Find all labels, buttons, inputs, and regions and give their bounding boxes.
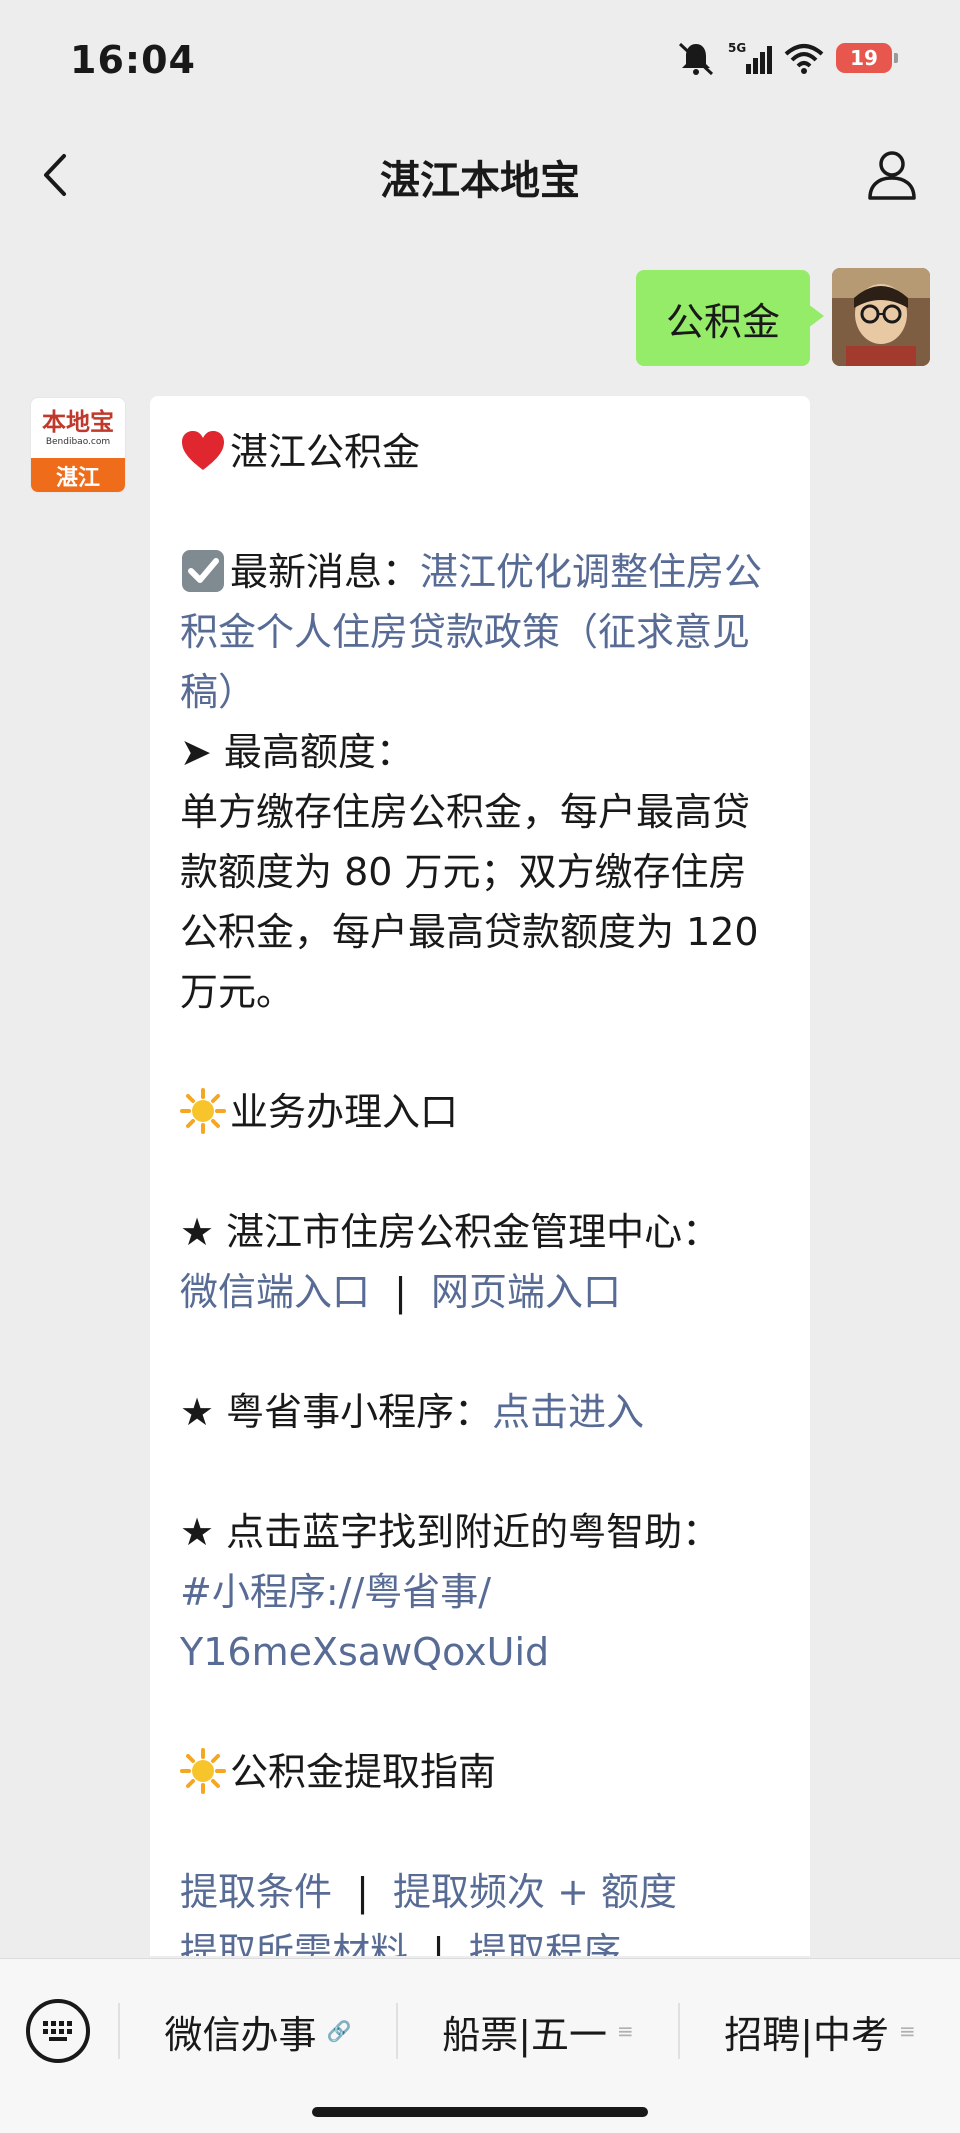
menu-item-ferry-mayday[interactable]: 船票|五一 ≡ — [398, 1991, 678, 2071]
menu-item-jobs-exam[interactable]: 招聘|中考 ≡ — [680, 1991, 960, 2071]
card-title-row: 湛江公积金 — [180, 422, 780, 482]
sun-emoji — [180, 1088, 226, 1134]
heart-emoji — [182, 431, 224, 470]
menu-item-label: 招聘|中考 — [724, 2012, 890, 2057]
link-separator: | — [394, 1270, 407, 1314]
menu-item-wechat-service[interactable]: 微信办事 🔗 — [120, 1991, 396, 2071]
outgoing-message[interactable]: 公积金 — [635, 270, 825, 366]
status-bar: 16:04 5G 19 — [0, 0, 960, 120]
wifi-icon — [784, 44, 824, 74]
guide-links-row2: 提取所需材料 | 提取程序 — [180, 1922, 780, 1956]
menu-item-label: 微信办事 — [164, 2012, 317, 2057]
card-title: 湛江公积金 — [230, 430, 421, 474]
latest-news: 最新消息：湛江优化调整住房公积金个人住房贷款政策（征求意见稿） — [180, 542, 780, 722]
mini-program-link-line2[interactable]: Y16meXsawQoxUid — [180, 1622, 780, 1682]
bottom-menu-bar: 微信办事 🔗 船票|五一 ≡ 招聘|中考 ≡ — [0, 1958, 960, 2133]
title-bar: 湛江本地宝 — [0, 120, 960, 230]
menu-icon: ≡ — [899, 2019, 916, 2043]
signal-icon: 5G — [728, 41, 772, 74]
section-guide-title-row: 公积金提取指南 — [180, 1742, 780, 1802]
incoming-message: 湛江公积金 最新消息：湛江优化调整住房公积金个人住房贷款政策（征求意见稿） ➤ … — [150, 396, 810, 1956]
section-business-title: 业务办理入口 — [230, 1090, 459, 1134]
keyboard-toggle-button[interactable] — [26, 1999, 90, 2063]
web-entry-link[interactable]: 网页端入口 — [431, 1270, 621, 1314]
bot-avatar[interactable]: 本地宝 Bendibao.com 湛江 — [30, 397, 126, 493]
home-indicator[interactable] — [312, 2107, 648, 2117]
outgoing-message-text: 公积金 — [665, 299, 780, 344]
sun-emoji — [180, 1748, 226, 1794]
guide-links-row1: 提取条件 | 提取频次 + 额度 — [180, 1862, 780, 1922]
keyboard-icon — [43, 2021, 72, 2041]
withdraw-materials-link[interactable]: 提取所需材料 — [180, 1930, 408, 1956]
link-separator: | — [432, 1930, 445, 1956]
latest-news-label: 最新消息： — [230, 550, 421, 594]
center-label: ★ 湛江市住房公积金管理中心： — [180, 1210, 721, 1254]
link-icon: 🔗 — [326, 2019, 352, 2043]
nearby-label: ★ 点击蓝字找到附近的粤智助： — [180, 1510, 721, 1554]
bot-avatar-domain: Bendibao.com — [45, 437, 111, 447]
yue-enter-link[interactable]: 点击进入 — [492, 1390, 644, 1434]
page-title: 湛江本地宝 — [380, 158, 580, 204]
withdraw-conditions-link[interactable]: 提取条件 — [180, 1870, 332, 1914]
section-business-title-row: 业务办理入口 — [180, 1082, 780, 1142]
link-separator: | — [356, 1870, 369, 1914]
bot-avatar-brand: 本地宝 — [42, 408, 114, 436]
menu-item-label: 船票|五一 — [442, 2012, 608, 2057]
status-time: 16:04 — [70, 38, 196, 82]
checkbox-emoji — [182, 550, 224, 592]
menu-icon: ≡ — [617, 2019, 634, 2043]
limit-heading: ➤ 最高额度： — [180, 730, 414, 774]
center-links: 微信端入口 | 网页端入口 — [180, 1262, 780, 1322]
mute-icon — [678, 42, 714, 76]
battery-indicator: 19 — [836, 43, 898, 73]
yue-label: ★ 粤省事小程序： — [180, 1390, 493, 1434]
withdraw-procedure-link[interactable]: 提取程序 — [469, 1930, 621, 1956]
user-avatar-photo — [832, 268, 930, 366]
yue-row: ★ 粤省事小程序：点击进入 — [180, 1382, 780, 1442]
withdraw-frequency-link[interactable]: 提取频次 + 额度 — [393, 1870, 677, 1914]
section-guide-title: 公积金提取指南 — [230, 1750, 497, 1794]
user-avatar[interactable] — [832, 268, 930, 366]
network-label: 5G — [728, 41, 746, 55]
bot-avatar-city: 湛江 — [31, 458, 125, 492]
bot-avatar-logo: 本地宝 Bendibao.com — [31, 398, 125, 458]
status-icons: 5G 19 — [676, 38, 898, 78]
wechat-entry-link[interactable]: 微信端入口 — [180, 1270, 370, 1314]
mini-program-link-line1[interactable]: #小程序://粤省事/ — [180, 1562, 780, 1622]
limit-text: 单方缴存住房公积金，每户最高贷款额度为 80 万元；双方缴存住房公积金，每户最高… — [180, 790, 759, 1014]
profile-icon[interactable] — [864, 146, 920, 202]
